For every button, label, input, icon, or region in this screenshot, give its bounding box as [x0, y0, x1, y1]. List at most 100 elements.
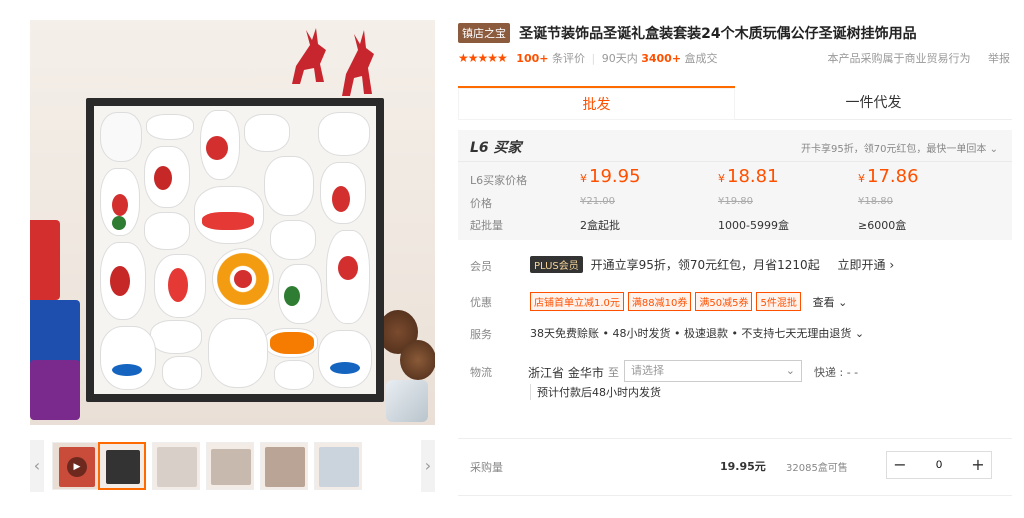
ornament [150, 320, 202, 354]
open-membership-link[interactable]: 立即开通 › [838, 258, 895, 272]
report-link[interactable]: 举报 [988, 52, 1010, 65]
product-title: 圣诞节装饰品圣诞礼盒装套装24个木质玩偶公仔圣诞树挂饰用品 [519, 25, 917, 42]
service-row: 服务 38天免费赊账 • 48小时发货 • 极速退款 • 不支持七天无理由退货 … [458, 324, 1012, 344]
destination-select[interactable]: 请选择 ⌄ [624, 360, 802, 382]
orange-accent [270, 332, 314, 354]
discount-row: 优惠 店铺首单立减1.0元 满88减10券 满50减5券 5件混批 查看 ⌄ [458, 292, 1012, 312]
purchase-mode-tabs: 批发 一件代发 [458, 86, 1012, 120]
plus-member-badge: PLUS会员 [530, 256, 583, 273]
green-accent [112, 216, 126, 230]
red-accent [332, 186, 350, 212]
ornament-tray [94, 106, 376, 394]
tier-2-range: 1000-5999盒 [718, 219, 789, 232]
tier-2-price: ¥18.81 [718, 166, 779, 187]
member-content: PLUS会员 开通立享95折，领70元红包，月省1210起 立即开通 › [530, 256, 894, 273]
gift-box-purple [30, 360, 80, 420]
red-accent [338, 256, 358, 280]
blue-accent [112, 364, 142, 376]
red-accent [206, 136, 228, 160]
thumbnail-video[interactable]: ▶ [52, 442, 100, 490]
reindeer-decoration [292, 28, 374, 96]
main-product-image[interactable] [30, 20, 435, 425]
member-label: 会员 [470, 260, 492, 273]
quantity-label: 采购量 [470, 461, 503, 474]
thumb-next-button[interactable]: › [421, 440, 435, 492]
coupon-badge[interactable]: 满50减5券 [695, 292, 753, 311]
thumb-image [157, 447, 197, 487]
to-label: 至 [608, 366, 619, 379]
unit-price: 19.95元 [720, 460, 766, 473]
gift-box [86, 98, 384, 402]
ornament [318, 112, 370, 156]
express-fee: 快递 : - - [814, 366, 859, 379]
red-accent [234, 270, 252, 288]
reviews-count[interactable]: 100+ [516, 52, 548, 65]
ornament [264, 156, 314, 216]
tier-3-price: ¥17.86 [858, 166, 919, 187]
trade-links: 本产品采购属于商业贸易行为 举报 [828, 50, 1011, 66]
purchase-row: 采购量 19.95元 32085盒可售 − + [458, 438, 1012, 496]
deals-suffix: 盒成交 [684, 52, 718, 65]
divider: | [591, 52, 596, 65]
buyer-promo[interactable]: 开卡享95折，领70元红包，最快一单回本 ⌄ [801, 140, 998, 155]
shop-treasure-badge: 镇店之宝 [458, 22, 510, 43]
tier-1-orig: ¥21.00 [580, 196, 615, 207]
increase-button[interactable]: + [965, 452, 991, 478]
ornament [144, 212, 190, 250]
thumb-image [106, 450, 140, 484]
thumbnail-1[interactable] [98, 442, 146, 490]
trade-note: 本产品采购属于商业贸易行为 [827, 52, 971, 65]
discount-label: 优惠 [470, 296, 492, 309]
ornament [244, 114, 290, 152]
coupon-badge[interactable]: 5件混批 [756, 292, 801, 311]
price-value: 19.95 [589, 166, 641, 187]
blue-accent [330, 362, 360, 374]
label-moq: 起批量 [470, 219, 503, 232]
thumbnail-2[interactable] [152, 442, 200, 490]
tier-3-range: ≥6000盒 [858, 219, 907, 232]
coupon-badge[interactable]: 店铺首单立减1.0元 [530, 292, 624, 311]
product-title-row: 镇店之宝 圣诞节装饰品圣诞礼盒装套装24个木质玩偶公仔圣诞树挂饰用品 [458, 22, 1018, 44]
ornament [208, 318, 268, 388]
ornament [270, 220, 316, 260]
thumbnail-3[interactable] [206, 442, 254, 490]
thumb-prev-button[interactable]: ‹ [30, 440, 44, 492]
view-coupons-link[interactable]: 查看 ⌄ [813, 296, 848, 309]
ornament [100, 112, 142, 162]
service-label: 服务 [470, 328, 492, 341]
tier-3-orig: ¥18.80 [858, 196, 893, 207]
glass-ornament [386, 380, 428, 422]
label-price: 价格 [470, 197, 492, 210]
buyer-level: L6 买家 [470, 140, 522, 156]
price-box: L6 买家 开卡享95折，领70元红包，最快一单回本 ⌄ L6买家价格 价格 起… [458, 130, 1012, 240]
quantity-stepper: − + [886, 451, 992, 479]
label-l6-price: L6买家价格 [470, 174, 528, 187]
red-accent [202, 212, 254, 230]
decrease-button[interactable]: − [887, 452, 913, 478]
reviews-label[interactable]: 条评价 [552, 52, 585, 65]
stock-available: 32085盒可售 [786, 463, 848, 474]
currency: ¥ [858, 172, 865, 185]
rating-row: ★★★★★ 100+ 条评价 | 90天内 3400+ 盒成交 本产品采购属于商… [458, 50, 1018, 68]
thumbnail-5[interactable] [314, 442, 362, 490]
member-text: 开通立享95折，领70元红包，月省1210起 [590, 258, 820, 272]
thumb-image [319, 447, 359, 487]
deals-prefix: 90天内 [601, 52, 638, 65]
price-value: 18.81 [727, 166, 779, 187]
logistics-row: 物流 浙江省 金华市 至 请选择 ⌄ 快递 : - - 预计付款后48小时内发货 [458, 360, 1012, 404]
thumbnail-4[interactable] [260, 442, 308, 490]
buyer-level-header: L6 买家 开卡享95折，领70元红包，最快一单回本 ⌄ [458, 130, 1012, 162]
quantity-input[interactable] [913, 452, 965, 478]
coupon-list: 店铺首单立减1.0元 满88减10券 满50减5券 5件混批 查看 ⌄ [530, 292, 847, 311]
origin-location: 浙江省 金华市 [528, 366, 604, 380]
play-icon: ▶ [67, 457, 87, 477]
thumb-image [211, 449, 251, 485]
currency: ¥ [718, 172, 725, 185]
tier-2-orig: ¥19.80 [718, 196, 753, 207]
coupon-badge[interactable]: 满88减10券 [627, 292, 692, 311]
tab-dropship[interactable]: 一件代发 [735, 86, 1012, 120]
tab-wholesale[interactable]: 批发 [458, 86, 735, 120]
tier-1-price: ¥19.95 [580, 166, 641, 187]
pinecone [400, 340, 435, 380]
service-text[interactable]: 38天免费赊账 • 48小时发货 • 极速退款 • 不支持七天无理由退货 ⌄ [530, 325, 864, 341]
